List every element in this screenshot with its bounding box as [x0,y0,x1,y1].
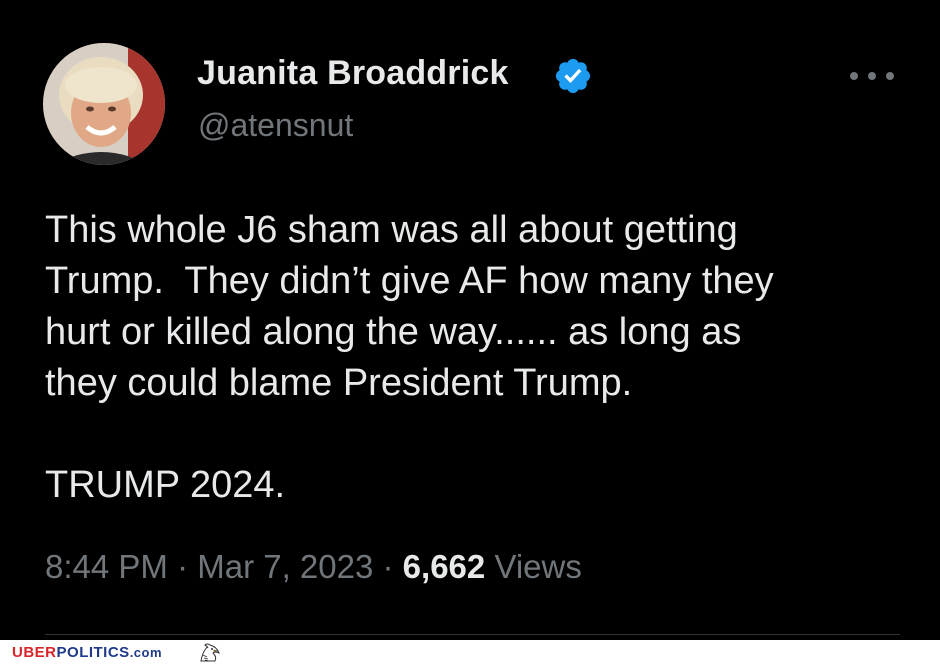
tweet-meta: 8:44 PM · Mar 7, 2023 · 6,662 Views [45,548,582,586]
meta-separator: · [167,548,198,585]
tweet-date[interactable]: Mar 7, 2023 [197,548,373,585]
tweet-line: hurt or killed along the way...... as lo… [45,311,742,353]
handle[interactable]: @atensnut [198,107,353,144]
more-options-icon[interactable] [850,64,894,88]
tweet-text: This whole J6 sham was all about getting… [45,205,905,511]
views-count[interactable]: 6,662 [403,548,486,585]
brand-part-uber: UBER [12,644,57,661]
tweet-line: TRUMP 2024. [45,464,286,506]
more-dot [886,72,894,80]
more-dot [850,72,858,80]
meta-separator: · [373,548,403,585]
tweet-card: Juanita Broaddrick @atensnut This whole … [0,0,940,640]
tweet-line: they could blame President Trump. [45,362,633,404]
display-name[interactable]: Juanita Broaddrick [197,54,509,93]
tweet-line: This whole J6 sham was all about getting [45,209,738,251]
tweet-time[interactable]: 8:44 PM [45,548,168,585]
brand-part-com: .com [129,645,163,660]
eagle-logo-icon [200,643,220,662]
more-dot [868,72,876,80]
views-label: Views [494,548,582,585]
avatar[interactable] [43,43,165,165]
tweet-line: Trump. They didn’t give AF how many they [45,260,774,302]
divider [45,634,900,635]
watermark-footer: UBERPOLITICS.com [0,640,940,665]
brand-logo: UBERPOLITICS.com [12,644,162,661]
verified-badge-icon [555,58,591,94]
brand-part-politics: POLITICS [56,644,130,661]
